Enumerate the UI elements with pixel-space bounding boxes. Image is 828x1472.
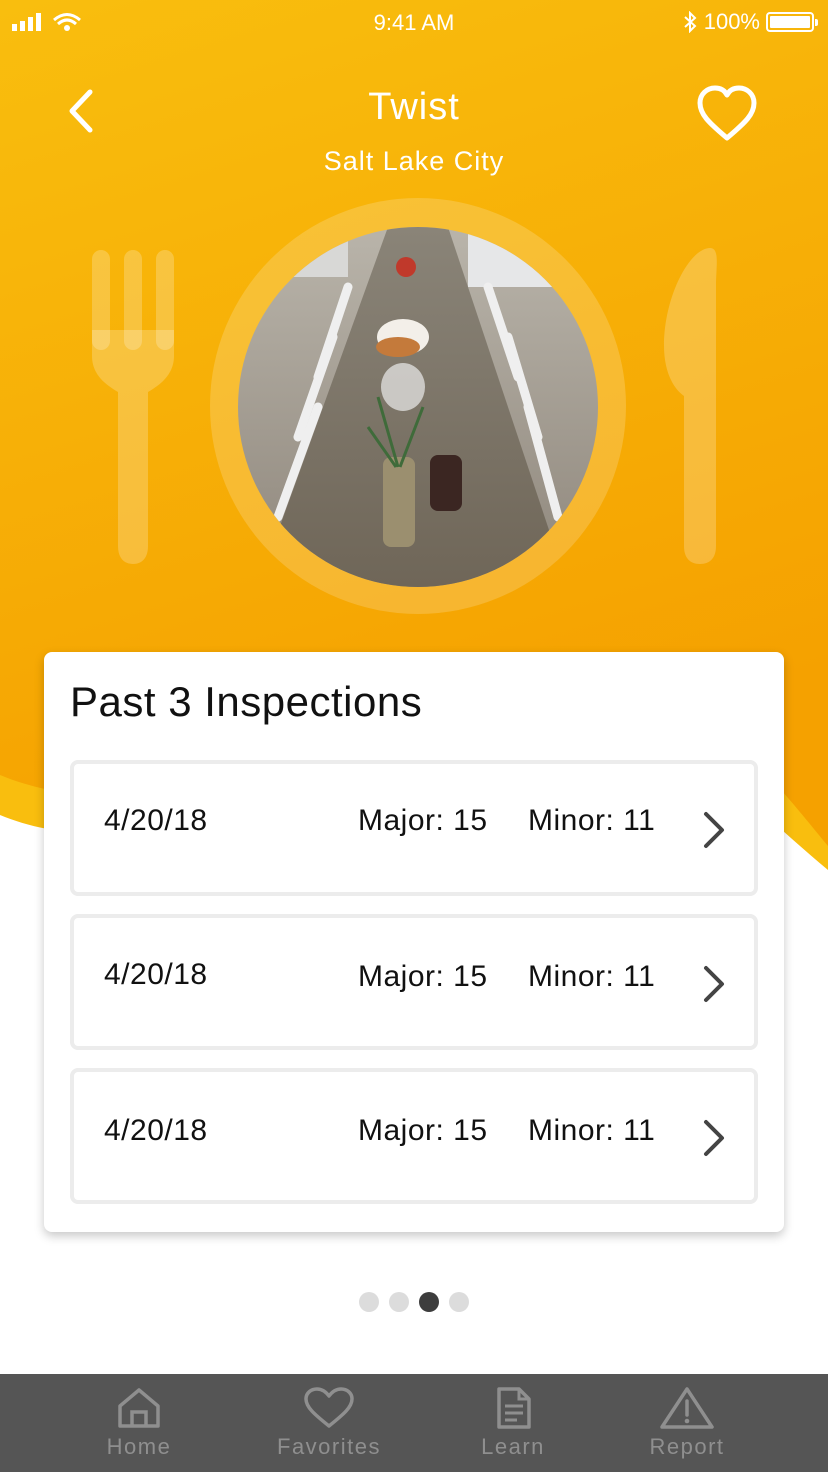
inspection-row[interactable]: 4/20/18 Major: 15 Minor: 11: [70, 914, 758, 1050]
page-dot[interactable]: [419, 1292, 439, 1312]
page-subtitle: Salt Lake City: [323, 146, 505, 176]
inspection-date: 4/20/18: [104, 1114, 208, 1147]
inspection-row[interactable]: 4/20/18 Major: 15 Minor: 11: [70, 760, 758, 896]
page-dot[interactable]: [449, 1292, 469, 1312]
inspections-card: Past 3 Inspections 4/20/18 Major: 15 Min…: [44, 652, 784, 1232]
inspection-major: Major: 15: [358, 960, 488, 993]
home-icon: [118, 1388, 160, 1428]
chevron-right-icon: [704, 812, 724, 848]
tab-label: Learn: [481, 1434, 545, 1459]
fork-icon: [92, 250, 174, 564]
heart-icon: [697, 85, 757, 141]
bluetooth-icon: [684, 11, 697, 33]
tab-label: Report: [649, 1434, 725, 1459]
chevron-right-icon: [704, 966, 724, 1002]
inspection-minor: Minor: 11: [528, 1114, 656, 1147]
page-dot[interactable]: [389, 1292, 409, 1312]
warning-icon: [660, 1387, 714, 1429]
heart-icon: [304, 1387, 354, 1428]
battery-level: [770, 16, 810, 28]
tab-bar: Home Favorites Learn Report: [0, 1374, 828, 1472]
page-dot[interactable]: [359, 1292, 379, 1312]
inspection-date: 4/20/18: [104, 958, 208, 991]
restaurant-photo: [238, 227, 598, 587]
card-title: Past 3 Inspections: [70, 678, 423, 725]
tab-learn[interactable]: Learn: [474, 1374, 552, 1472]
inspection-date: 4/20/18: [104, 804, 208, 837]
tab-favorites[interactable]: Favorites: [270, 1374, 388, 1472]
battery-icon: [766, 12, 818, 32]
inspection-minor: Minor: 11: [528, 960, 656, 993]
page-indicator: [0, 1292, 828, 1312]
chevron-right-icon: [704, 1120, 724, 1156]
inspection-row[interactable]: 4/20/18 Major: 15 Minor: 11: [70, 1068, 758, 1204]
battery-percent: 100%: [703, 9, 760, 34]
tab-report[interactable]: Report: [642, 1374, 732, 1472]
inspection-major: Major: 15: [358, 804, 488, 837]
tab-label: Home: [106, 1434, 172, 1459]
status-bar: 9:41 AM 100%: [0, 0, 828, 46]
inspection-minor: Minor: 11: [528, 804, 656, 837]
inspection-major: Major: 15: [358, 1114, 488, 1147]
tab-label: Favorites: [277, 1434, 381, 1459]
knife-icon: [664, 248, 717, 564]
tab-home[interactable]: Home: [98, 1374, 180, 1472]
favorite-button[interactable]: [694, 84, 760, 144]
document-icon: [497, 1387, 531, 1429]
status-right: 100%: [682, 9, 818, 35]
